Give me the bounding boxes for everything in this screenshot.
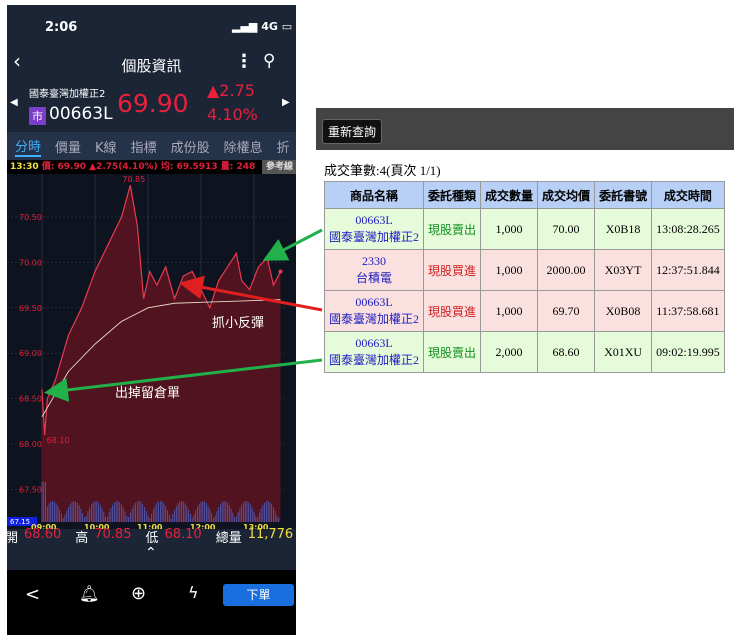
order-number: X0B08 bbox=[594, 290, 653, 332]
order-number: X0B18 bbox=[594, 208, 653, 250]
avg-price: 2000.00 bbox=[537, 249, 596, 291]
column-header: 商品名稱 bbox=[323, 181, 425, 209]
product-cell: 00663L 國泰臺灣加權正2 bbox=[323, 331, 425, 373]
quantity: 2,000 bbox=[480, 331, 539, 373]
quantity: 1,000 bbox=[480, 249, 539, 291]
product-cell: 2330 台積電 bbox=[323, 249, 425, 291]
table-row: 00663L 國泰臺灣加權正2 現股買進 1,000 69.70 X0B08 11… bbox=[323, 290, 725, 332]
trade-toolbar: 重新查詢 bbox=[316, 108, 734, 150]
quantity: 1,000 bbox=[480, 208, 539, 250]
column-header: 成交均價 bbox=[537, 181, 596, 209]
product-name: 國泰臺灣加權正2 bbox=[329, 312, 420, 326]
order-type: 現股賣出 bbox=[423, 331, 482, 373]
trade-count: 成交筆數:4(頁次 1/1) bbox=[324, 163, 441, 178]
arrow-sell-1308 bbox=[262, 228, 323, 261]
table-row: 2330 台積電 現股買進 1,000 2000.00 X03YT 12:37:5… bbox=[323, 249, 725, 291]
avg-price: 70.00 bbox=[537, 208, 596, 250]
order-type: 現股買進 bbox=[423, 290, 482, 332]
product-code: 00663L bbox=[355, 213, 393, 227]
order-number: X01XU bbox=[594, 331, 653, 373]
column-header: 委託書號 bbox=[594, 181, 653, 209]
avg-price: 69.70 bbox=[537, 290, 596, 332]
product-code: 00663L bbox=[355, 295, 393, 309]
arrow-sell-0902 bbox=[44, 358, 323, 402]
order-number: X03YT bbox=[594, 249, 653, 291]
trade-results-panel: 重新查詢 成交筆數:4(頁次 1/1) 商品名稱 委託種類 成交數量 成交均價 委託書號… bbox=[316, 108, 734, 373]
trade-time: 12:37:51.844 bbox=[651, 249, 725, 291]
column-header: 成交時間 bbox=[651, 181, 725, 209]
order-type: 現股買進 bbox=[423, 249, 482, 291]
column-header: 委託種類 bbox=[423, 181, 482, 209]
product-name: 台積電 bbox=[356, 271, 393, 285]
product-code: 00663L bbox=[355, 336, 393, 350]
table-row: 00663L 國泰臺灣加權正2 現股賣出 1,000 70.00 X0B18 13… bbox=[323, 208, 725, 250]
arrow-buy-1137 bbox=[179, 275, 323, 312]
product-name: 國泰臺灣加權正2 bbox=[329, 353, 420, 367]
product-code: 2330 bbox=[362, 254, 386, 268]
trades-table: 商品名稱 委託種類 成交數量 成交均價 委託書號 成交時間 00663L 國泰臺灣加權正2 … bbox=[323, 181, 725, 373]
trade-time: 13:08:28.265 bbox=[651, 208, 725, 250]
avg-price: 68.60 bbox=[537, 331, 596, 373]
product-cell: 00663L 國泰臺灣加權正2 bbox=[323, 208, 425, 250]
product-cell: 00663L 國泰臺灣加權正2 bbox=[323, 290, 425, 332]
trade-time: 11:37:58.681 bbox=[651, 290, 725, 332]
quantity: 1,000 bbox=[480, 290, 539, 332]
column-header: 成交數量 bbox=[480, 181, 539, 209]
order-type: 現股賣出 bbox=[423, 208, 482, 250]
table-row: 00663L 國泰臺灣加權正2 現股賣出 2,000 68.60 X01XU 09… bbox=[323, 331, 725, 373]
refresh-button[interactable]: 重新查詢 bbox=[322, 119, 383, 144]
product-name: 國泰臺灣加權正2 bbox=[329, 230, 420, 244]
trade-time: 09:02:19.995 bbox=[651, 331, 725, 373]
